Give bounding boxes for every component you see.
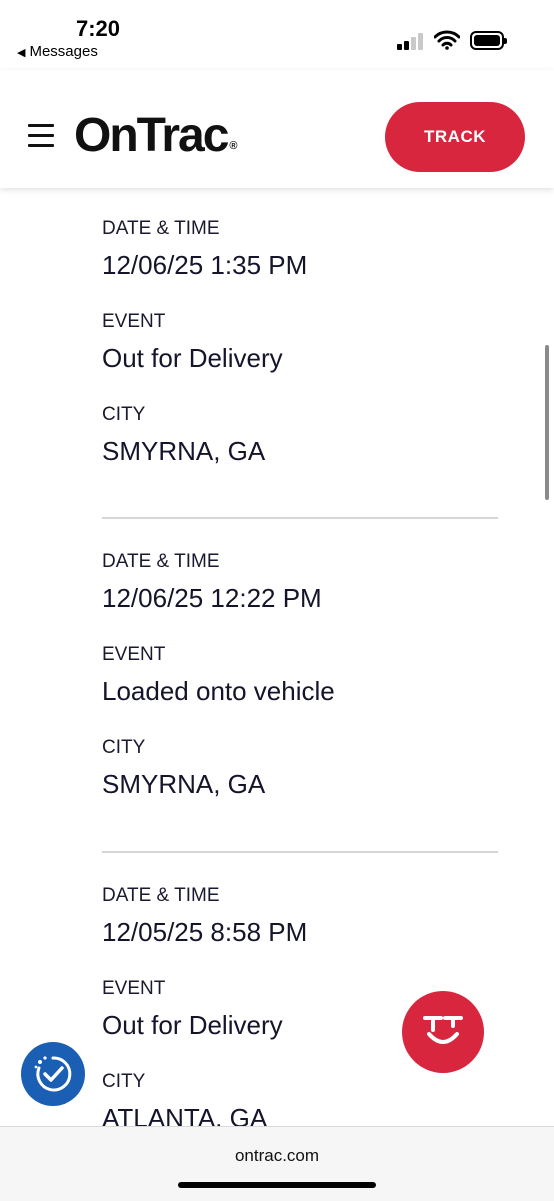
datetime-value: 12/05/25 8:58 PM xyxy=(102,917,308,947)
logo-registered-mark: ® xyxy=(229,140,238,152)
hamburger-icon[interactable] xyxy=(28,124,54,148)
event-label: EVENT xyxy=(102,644,166,665)
tracking-history[interactable]: DATE & TIME 12/06/25 1:35 PM EVENT Out f… xyxy=(0,188,554,1126)
event-divider xyxy=(102,517,498,519)
event-value: Out for Delivery xyxy=(102,343,283,373)
logo-text: OnTrac xyxy=(74,109,229,162)
browser-bottom-bar: ontrac.com xyxy=(0,1126,554,1201)
chat-button[interactable] xyxy=(402,991,484,1073)
datetime-label: DATE & TIME xyxy=(102,885,220,906)
event-label: EVENT xyxy=(102,311,166,332)
url-field[interactable]: ontrac.com xyxy=(0,1146,554,1166)
back-app-label: Messages xyxy=(29,43,98,60)
home-indicator[interactable] xyxy=(178,1182,376,1188)
tracking-event: DATE & TIME 12/06/25 1:35 PM EVENT Out f… xyxy=(102,218,498,467)
datetime-value: 12/06/25 1:35 PM xyxy=(102,250,308,280)
tracking-event: DATE & TIME 12/06/25 12:22 PM EVENT Load… xyxy=(102,551,498,800)
accessibility-button[interactable] xyxy=(21,1042,85,1106)
city-label: CITY xyxy=(102,737,146,758)
event-divider xyxy=(102,851,498,853)
battery-icon xyxy=(470,31,507,50)
page-scrollbar[interactable] xyxy=(545,345,549,500)
event-value: Loaded onto vehicle xyxy=(102,676,335,706)
city-label: CITY xyxy=(102,404,146,425)
city-value: SMYRNA, GA xyxy=(102,436,266,466)
wifi-icon xyxy=(434,30,460,50)
ontrac-chat-icon xyxy=(423,1016,463,1044)
back-triangle-icon: ◀ xyxy=(17,47,26,59)
back-to-messages[interactable]: ◀ Messages xyxy=(17,43,98,60)
site-header: OnTrac ® TRACK xyxy=(0,70,554,188)
datetime-label: DATE & TIME xyxy=(102,551,220,572)
accessibility-check-icon xyxy=(34,1056,72,1092)
datetime-label: DATE & TIME xyxy=(102,218,220,239)
city-value: SMYRNA, GA xyxy=(102,769,266,799)
status-time: 7:20 xyxy=(76,16,121,41)
city-value: ATLANTA, GA xyxy=(102,1103,268,1126)
ontrac-logo[interactable]: OnTrac ® xyxy=(74,108,238,163)
datetime-value: 12/06/25 12:22 PM xyxy=(102,583,322,613)
city-label: CITY xyxy=(102,1071,146,1092)
cellular-signal-icon xyxy=(397,32,427,50)
status-bar: 7:20 ◀ Messages xyxy=(0,0,554,70)
track-button[interactable]: TRACK xyxy=(385,102,525,172)
